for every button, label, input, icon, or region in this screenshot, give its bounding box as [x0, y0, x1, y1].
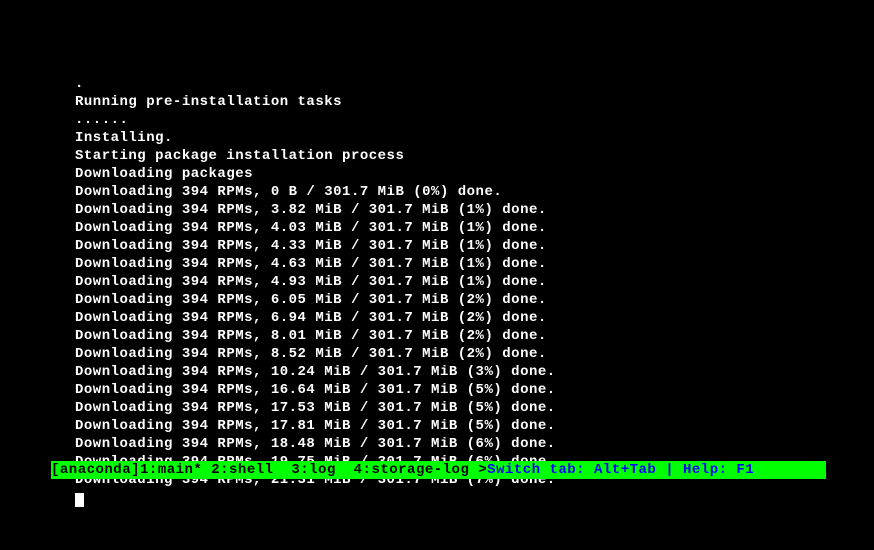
- output-line: .: [75, 75, 874, 93]
- output-line: Downloading 394 RPMs, 0 B / 301.7 MiB (0…: [75, 183, 874, 201]
- output-line: Downloading 394 RPMs, 3.82 MiB / 301.7 M…: [75, 201, 874, 219]
- tmux-help-hint: Switch tab: Alt+Tab | Help: F1: [487, 462, 754, 478]
- output-line: Downloading 394 RPMs, 17.81 MiB / 301.7 …: [75, 417, 874, 435]
- output-line: Downloading 394 RPMs, 17.53 MiB / 301.7 …: [75, 399, 874, 417]
- output-line: Downloading 394 RPMs, 18.48 MiB / 301.7 …: [75, 435, 874, 453]
- output-line: Installing.: [75, 129, 874, 147]
- output-line: Running pre-installation tasks: [75, 93, 874, 111]
- output-line: Starting package installation process: [75, 147, 874, 165]
- output-line: Downloading 394 RPMs, 16.64 MiB / 301.7 …: [75, 381, 874, 399]
- output-line: Downloading 394 RPMs, 6.05 MiB / 301.7 M…: [75, 291, 874, 309]
- output-line: Downloading 394 RPMs, 8.01 MiB / 301.7 M…: [75, 327, 874, 345]
- output-line: Downloading 394 RPMs, 4.33 MiB / 301.7 M…: [75, 237, 874, 255]
- tmux-status-bar[interactable]: [anaconda]1:main* 2:shell 3:log 4:storag…: [51, 461, 826, 479]
- output-line: Downloading 394 RPMs, 6.94 MiB / 301.7 M…: [75, 309, 874, 327]
- cursor-line: [75, 489, 874, 507]
- output-line: Downloading packages: [75, 165, 874, 183]
- output-line: Downloading 394 RPMs, 10.24 MiB / 301.7 …: [75, 363, 874, 381]
- output-line: Downloading 394 RPMs, 4.03 MiB / 301.7 M…: [75, 219, 874, 237]
- output-line: Downloading 394 RPMs, 8.52 MiB / 301.7 M…: [75, 345, 874, 363]
- cursor-icon: [75, 493, 84, 507]
- output-line: Downloading 394 RPMs, 4.63 MiB / 301.7 M…: [75, 255, 874, 273]
- tmux-tabs[interactable]: [anaconda]1:main* 2:shell 3:log 4:storag…: [51, 462, 487, 478]
- output-line: ......: [75, 111, 874, 129]
- terminal-output: . Running pre-installation tasks ...... …: [0, 0, 874, 507]
- output-line: Downloading 394 RPMs, 4.93 MiB / 301.7 M…: [75, 273, 874, 291]
